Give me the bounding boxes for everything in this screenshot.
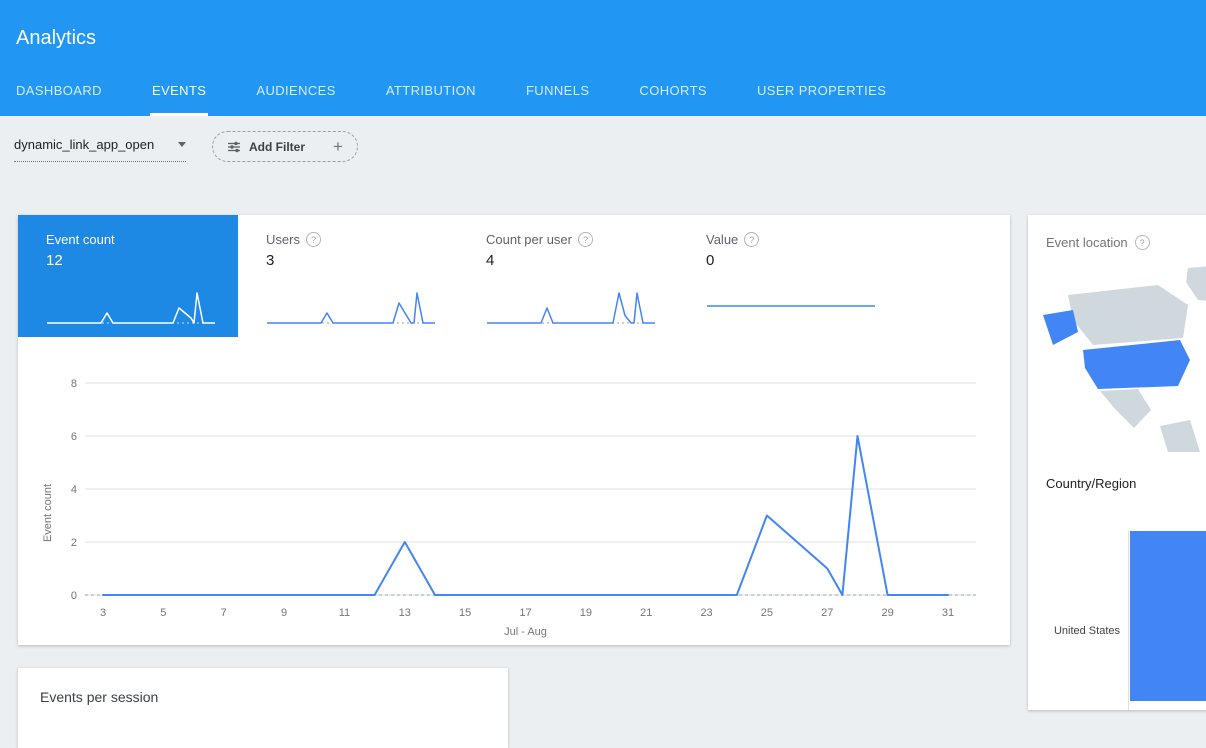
count-per-user-sparkline <box>486 285 656 331</box>
metric-tab-count-per-user[interactable]: Count per user ? 4 <box>458 215 678 337</box>
country-bar-chart: United States <box>1028 531 1206 710</box>
event-count-chart: 0 2 4 6 8 3 5 7 9 11 13 15 17 19 21 23 25 27 29 31 Jul - Aug <box>43 365 983 645</box>
map-united-states <box>1083 340 1190 389</box>
events-per-session-title: Events per session <box>18 668 508 705</box>
metric-tab-event-count[interactable]: Event count 12 <box>18 215 238 337</box>
svg-text:4: 4 <box>71 484 77 496</box>
svg-text:11: 11 <box>339 607 350 619</box>
metric-label: Count per user ? <box>486 232 656 247</box>
svg-text:13: 13 <box>399 607 411 619</box>
nav-tab-funnels[interactable]: FUNNELS <box>524 83 591 116</box>
svg-text:Jul - Aug: Jul - Aug <box>504 626 547 638</box>
svg-text:23: 23 <box>700 607 712 619</box>
svg-text:19: 19 <box>580 607 592 619</box>
app-title: Analytics <box>16 27 96 50</box>
nav-tab-cohorts[interactable]: COHORTS <box>637 83 709 116</box>
metric-label: Event count <box>46 232 216 247</box>
help-icon[interactable]: ? <box>578 232 593 247</box>
help-icon[interactable]: ? <box>744 232 759 247</box>
nav-tab-user-properties[interactable]: USER PROPERTIES <box>755 83 888 116</box>
svg-text:3: 3 <box>100 607 106 619</box>
svg-text:25: 25 <box>761 607 773 619</box>
map-south-america <box>1160 420 1200 452</box>
nav-tab-dashboard[interactable]: DASHBOARD <box>14 83 104 116</box>
metric-tab-users[interactable]: Users ? 3 <box>238 215 458 337</box>
line-chart: 0 2 4 6 8 3 5 7 9 11 13 15 17 19 21 23 25 27 29 31 Jul - Aug <box>43 365 983 645</box>
add-filter-label: Add Filter <box>249 140 305 154</box>
metric-value: 4 <box>486 252 656 269</box>
svg-text:15: 15 <box>459 607 471 619</box>
svg-text:0: 0 <box>71 590 77 602</box>
users-sparkline <box>266 285 436 331</box>
svg-text:21: 21 <box>640 607 652 619</box>
svg-text:2: 2 <box>71 537 77 549</box>
value-sparkline <box>706 285 876 331</box>
svg-text:29: 29 <box>882 607 894 619</box>
svg-text:9: 9 <box>281 607 287 619</box>
metric-value: 12 <box>46 252 216 269</box>
map-mexico <box>1100 389 1151 428</box>
metric-tabs: Event count 12 Users ? 3 Count per user … <box>18 215 1010 337</box>
event-selector-value: dynamic_link_app_open <box>14 137 154 152</box>
svg-text:17: 17 <box>519 607 531 619</box>
tune-icon <box>227 140 241 154</box>
chevron-down-icon <box>178 142 186 147</box>
svg-text:27: 27 <box>821 607 833 619</box>
world-map <box>1038 260 1206 460</box>
country-label: United States <box>1054 625 1120 637</box>
nav-tabs: DASHBOARD EVENTS AUDIENCES ATTRIBUTION F… <box>14 83 934 116</box>
metric-tab-value[interactable]: Value ? 0 <box>678 215 898 337</box>
metric-label: Value ? <box>706 232 876 247</box>
svg-text:31: 31 <box>942 607 954 619</box>
event-selector[interactable]: dynamic_link_app_open <box>14 137 186 162</box>
add-filter-button[interactable]: Add Filter + <box>212 131 358 162</box>
map-alaska <box>1043 310 1078 345</box>
help-icon[interactable]: ? <box>1135 235 1150 250</box>
events-card: Event count 12 Users ? 3 Count per user … <box>18 215 1010 645</box>
metric-value: 3 <box>266 252 436 269</box>
event-location-title: Event location <box>1046 235 1128 250</box>
country-region-label: Country/Region <box>1046 476 1206 491</box>
united-states-bar[interactable] <box>1130 531 1206 701</box>
svg-text:7: 7 <box>221 607 227 619</box>
metric-label: Users ? <box>266 232 436 247</box>
map-canada <box>1068 285 1188 345</box>
svg-text:6: 6 <box>71 431 77 443</box>
plus-icon: + <box>333 138 343 155</box>
nav-tab-events[interactable]: EVENTS <box>150 83 208 116</box>
event-location-card: Event location ? Country/Region United S… <box>1028 215 1206 710</box>
help-icon[interactable]: ? <box>306 232 321 247</box>
map-greenland <box>1186 265 1206 302</box>
nav-tab-attribution[interactable]: ATTRIBUTION <box>384 83 478 116</box>
event-count-sparkline <box>46 285 216 331</box>
svg-text:8: 8 <box>71 378 77 390</box>
app-header: Analytics DASHBOARD EVENTS AUDIENCES ATT… <box>0 0 1206 116</box>
metric-value: 0 <box>706 252 876 269</box>
nav-tab-audiences[interactable]: AUDIENCES <box>254 83 337 116</box>
svg-text:5: 5 <box>160 607 166 619</box>
events-per-session-card: Events per session <box>18 668 508 748</box>
